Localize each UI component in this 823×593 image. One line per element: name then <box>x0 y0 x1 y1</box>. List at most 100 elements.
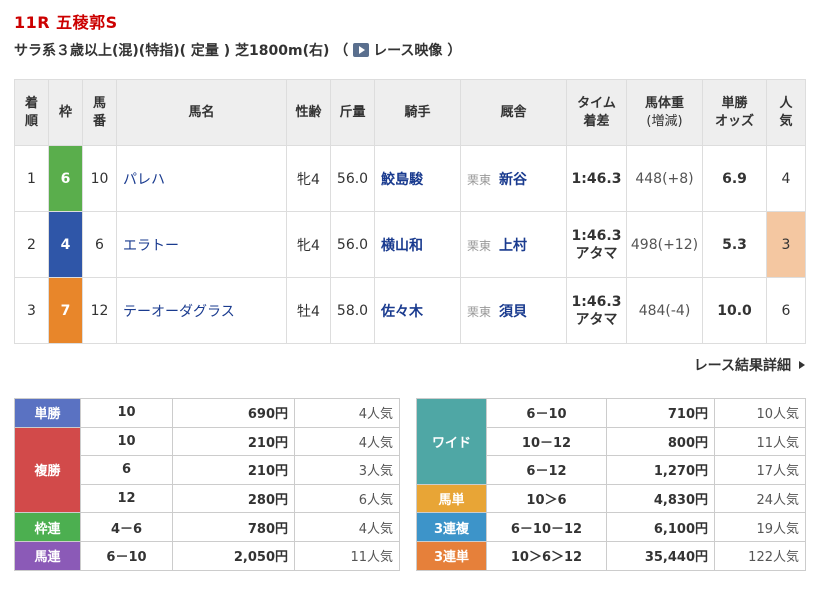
result-horse-cell: エラトー <box>116 211 287 278</box>
payout-popularity: 4人気 <box>294 512 400 542</box>
payout-row-sanrenpuku: 3連複 6－10－12 6,100円 19人気 <box>416 512 806 542</box>
header-time: タイム 着差 <box>566 79 627 146</box>
payout-combination: 10 <box>80 426 173 457</box>
payout-amount: 35,440円 <box>606 540 715 571</box>
payout-row-umaren: 馬連 6－10 2,050円 11人気 <box>14 540 400 571</box>
payout-popularity: 17人気 <box>714 455 806 485</box>
header-jockey: 騎手 <box>374 79 461 146</box>
payout-combination: 4－6 <box>80 512 173 542</box>
race-conditions-suffix: ） <box>447 43 462 59</box>
horse-name-link[interactable]: テーオーダグラス <box>123 304 235 320</box>
result-row: 2 4 6 エラトー 牝4 56.0 横山和 栗東 上村 1:46.3 アタマ 498(+12) 5.3… <box>14 211 806 278</box>
bet-type-sanrenpuku: 3連複 <box>416 512 487 542</box>
bet-type-fukusho: 複勝 <box>14 426 81 514</box>
payout-popularity: 11人気 <box>294 540 400 571</box>
payout-row-wide: ワイド 6－10 710円 10人気 <box>416 398 806 485</box>
payout-combination: 10－12 <box>486 426 607 457</box>
result-margin: アタマ <box>575 245 618 262</box>
trainer-link[interactable]: 上村 <box>499 238 527 254</box>
payout-amount: 2,050円 <box>172 540 295 571</box>
result-sex-age: 牡4 <box>286 277 331 344</box>
payout-combination: 6－10 <box>486 398 607 428</box>
payout-amount: 210円 <box>172 455 295 485</box>
payout-amount: 6,100円 <box>606 512 715 542</box>
result-time-value: 1:46.3 <box>571 293 622 310</box>
payout-popularity: 122人気 <box>714 540 806 571</box>
result-jockey-cell: 佐々木 <box>374 277 461 344</box>
result-odds: 6.9 <box>702 145 767 212</box>
payout-popularity: 4人気 <box>294 426 400 457</box>
result-trainer-cell: 栗東 上村 <box>460 211 567 278</box>
result-rank: 2 <box>14 211 49 278</box>
result-rank: 3 <box>14 277 49 344</box>
result-popularity: 4 <box>766 145 806 212</box>
result-kinryo: 56.0 <box>330 145 375 212</box>
payout-row-umatan: 馬単 10＞6 4,830円 24人気 <box>416 483 806 514</box>
result-odds: 10.0 <box>702 277 767 344</box>
result-time-value: 1:46.3 <box>571 170 622 187</box>
trainer-link[interactable]: 新谷 <box>499 172 527 188</box>
result-waku: 6 <box>48 145 83 212</box>
horse-name-link[interactable]: パレハ <box>123 172 165 188</box>
result-body-weight: 498(+12) <box>626 211 703 278</box>
result-popularity: 3 <box>766 211 806 278</box>
payout-combination: 10＞6 <box>486 483 607 514</box>
header-weight-carried: 斤量 <box>330 79 375 146</box>
payout-popularity: 24人気 <box>714 483 806 514</box>
payout-combination: 10 <box>80 398 173 428</box>
play-icon <box>353 43 370 57</box>
result-time: 1:46.3 <box>566 145 627 212</box>
result-kinryo: 58.0 <box>330 277 375 344</box>
race-video-label: レース映像 <box>373 43 443 59</box>
result-number: 6 <box>82 211 117 278</box>
result-jockey-cell: 横山和 <box>374 211 461 278</box>
payout-combination: 10＞6＞12 <box>486 540 607 571</box>
jockey-link[interactable]: 横山和 <box>381 238 423 254</box>
payout-combination: 6 <box>80 455 173 485</box>
payout-amount: 710円 <box>606 398 715 428</box>
header-horse: 馬名 <box>116 79 287 146</box>
results-header-row: 着順 枠 馬番 馬名 性齢 斤量 騎手 厩舎 タイム 着差 馬体重 (増減) 単勝オ… <box>14 79 806 146</box>
header-sex-age: 性齢 <box>286 79 331 146</box>
payout-amount: 4,830円 <box>606 483 715 514</box>
result-body-weight: 448(+8) <box>626 145 703 212</box>
result-trainer-cell: 栗東 須貝 <box>460 277 567 344</box>
payout-row-wakuren: 枠連 4－6 780円 4人気 <box>14 512 400 542</box>
payout-combination: 6－12 <box>486 455 607 485</box>
race-title: 11R 五稜郭S <box>14 13 118 32</box>
payout-table-right: ワイド 6－10 710円 10人気 10－12 800円 11人気 6－12 1,270円 17… <box>416 398 806 571</box>
payout-combination: 6－10－12 <box>486 512 607 542</box>
result-time-value: 1:46.3 <box>571 227 622 244</box>
payout-amount: 280円 <box>172 483 295 514</box>
result-time: 1:46.3 アタマ <box>566 277 627 344</box>
result-row: 3 7 12 テーオーダグラス 牡4 58.0 佐々木 栗東 須貝 1:46.3 アタマ 484(-4… <box>14 277 806 344</box>
bet-type-wakuren: 枠連 <box>14 512 81 542</box>
race-video-link[interactable]: レース映像 <box>353 43 442 59</box>
race-result-detail-link[interactable]: レース結果詳細 <box>694 355 805 375</box>
header-waku: 枠 <box>48 79 83 146</box>
result-horse-cell: パレハ <box>116 145 287 212</box>
payout-amount: 780円 <box>172 512 295 542</box>
payout-row-fukusho: 複勝 10 210円 4人気 <box>14 426 400 514</box>
jockey-link[interactable]: 佐々木 <box>381 304 423 320</box>
header-odds: 単勝 オッズ <box>702 79 767 146</box>
payout-row-tansho: 単勝 10 690円 4人気 <box>14 398 400 428</box>
bet-type-umaren: 馬連 <box>14 540 81 571</box>
result-trainer-cell: 栗東 新谷 <box>460 145 567 212</box>
result-number: 12 <box>82 277 117 344</box>
bet-type-umatan: 馬単 <box>416 483 487 514</box>
result-rank: 1 <box>14 145 49 212</box>
result-number: 10 <box>82 145 117 212</box>
result-waku: 7 <box>48 277 83 344</box>
trainer-link[interactable]: 須貝 <box>499 304 527 320</box>
trainer-region: 栗東 <box>467 238 492 253</box>
payout-popularity: 11人気 <box>714 426 806 457</box>
trainer-region: 栗東 <box>467 304 492 319</box>
header-rank: 着順 <box>14 79 49 146</box>
payout-popularity: 3人気 <box>294 455 400 485</box>
header-trainer: 厩舎 <box>460 79 567 146</box>
jockey-link[interactable]: 鮫島駿 <box>381 172 423 188</box>
horse-name-link[interactable]: エラトー <box>123 238 179 254</box>
payout-amount: 690円 <box>172 398 295 428</box>
payout-amount: 1,270円 <box>606 455 715 485</box>
